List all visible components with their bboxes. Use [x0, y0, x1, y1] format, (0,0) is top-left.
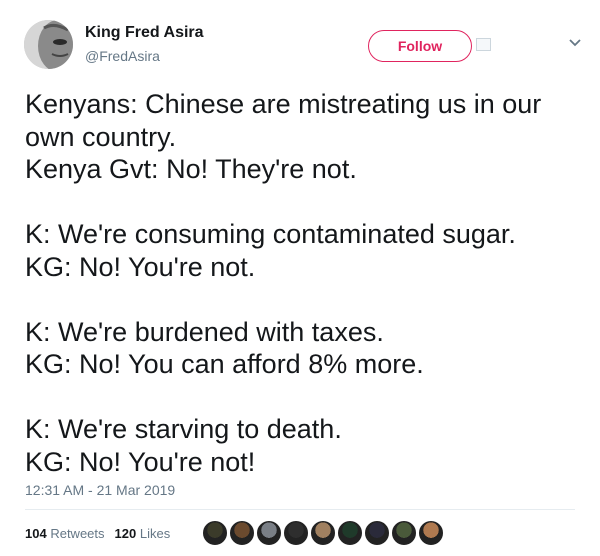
avatar[interactable] — [24, 20, 73, 69]
likes-label: Likes — [139, 526, 171, 541]
tweet-text-line: K: We're burdened with taxes. — [25, 316, 384, 347]
retweets-label: Retweets — [50, 526, 105, 541]
display-name[interactable]: King Fred Asira — [85, 24, 204, 42]
liker-avatar[interactable] — [391, 520, 417, 546]
tweet-text-gap — [25, 186, 585, 219]
tweet-text-gap — [25, 381, 585, 414]
tweet-text: Kenyans: Chinese are mistreating us in o… — [25, 88, 585, 478]
liker-avatar[interactable] — [202, 520, 228, 546]
liker-avatar[interactable] — [283, 520, 309, 546]
tweet-text-line: Kenyans: Chinese are mistreating us in o… — [25, 89, 542, 119]
liker-avatar[interactable] — [310, 520, 336, 546]
liker-avatar[interactable] — [256, 520, 282, 546]
liker-avatar[interactable] — [229, 520, 255, 546]
image-placeholder-icon — [476, 38, 491, 51]
likes-count: 120 — [114, 526, 137, 541]
tweet-text-line: Kenya Gvt: No! They're not. — [25, 154, 357, 184]
tweet-text-line: KG: No! You're not! — [25, 446, 256, 477]
tweet-text-line: K: We're starving to death. — [25, 414, 342, 444]
tweet-text-line: KG: No! You're not. — [25, 251, 256, 282]
tweet-text-line: KG: No! You can afford 8% more. — [25, 349, 424, 379]
liker-avatar[interactable] — [337, 520, 363, 546]
tweet-timestamp[interactable]: 12:31 AM - 21 Mar 2019 — [25, 482, 175, 498]
retweets-count: 104 — [25, 526, 47, 541]
retweets-stat[interactable]: 104 Retweets — [25, 526, 105, 541]
profile-photo-icon — [24, 20, 73, 69]
divider — [25, 509, 575, 510]
likes-stat[interactable]: 120 Likes — [115, 526, 171, 541]
tweet-text-line: own country. — [25, 121, 177, 152]
tweet-stats: 104 Retweets 120 Likes — [25, 526, 170, 541]
tweet-text-line: K: We're consuming contaminated sugar. — [25, 219, 516, 249]
tweet-text-gap — [25, 283, 585, 316]
user-handle[interactable]: @FredAsira — [85, 48, 160, 64]
chevron-down-icon[interactable] — [568, 38, 582, 48]
liker-avatar[interactable] — [418, 520, 444, 546]
tweet-card: King Fred Asira @FredAsira Follow Kenyan… — [0, 0, 600, 556]
follow-button[interactable]: Follow — [368, 30, 472, 62]
liker-avatar[interactable] — [364, 520, 390, 546]
